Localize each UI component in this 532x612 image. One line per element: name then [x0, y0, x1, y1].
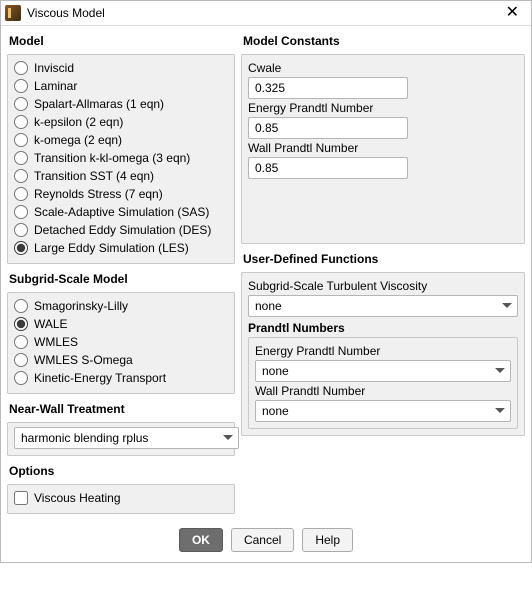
sgs-option[interactable]: WMLES	[14, 333, 228, 351]
model-option[interactable]: k-epsilon (2 eqn)	[14, 113, 228, 131]
energy-pr-label: Energy Prandtl Number	[248, 99, 518, 117]
model-option[interactable]: Spalart-Allmaras (1 eqn)	[14, 95, 228, 113]
constants-panel: Cwale Energy Prandtl Number Wall Prandtl…	[241, 54, 525, 244]
udf-heading: User-Defined Functions	[241, 248, 525, 268]
udf-energy-pr-select[interactable]	[255, 360, 511, 382]
model-option[interactable]: Detached Eddy Simulation (DES)	[14, 221, 228, 239]
window-title: Viscous Model	[27, 6, 105, 20]
sgs-heading: Subgrid-Scale Model	[7, 268, 235, 288]
options-heading: Options	[7, 460, 235, 480]
model-option[interactable]: k-omega (2 eqn)	[14, 131, 228, 149]
sgs-visc-label: Subgrid-Scale Turbulent Viscosity	[248, 277, 518, 295]
model-option[interactable]: Large Eddy Simulation (LES)	[14, 239, 228, 257]
model-option[interactable]: Transition k-kl-omega (3 eqn)	[14, 149, 228, 167]
udf-panel: Subgrid-Scale Turbulent Viscosity Prandt…	[241, 272, 525, 436]
model-panel: Inviscid Laminar Spalart-Allmaras (1 eqn…	[7, 54, 235, 264]
sgs-visc-select[interactable]	[248, 295, 518, 317]
sgs-option[interactable]: WMLES S-Omega	[14, 351, 228, 369]
close-icon[interactable]: ✕	[502, 5, 523, 21]
ok-button[interactable]: OK	[179, 528, 223, 552]
model-heading: Model	[7, 30, 235, 50]
nearwall-heading: Near-Wall Treatment	[7, 398, 235, 418]
nearwall-select[interactable]	[14, 427, 239, 449]
energy-pr-input[interactable]	[248, 117, 408, 139]
model-option[interactable]: Laminar	[14, 77, 228, 95]
sgs-panel: Smagorinsky-Lilly WALE WMLES WMLES S-Ome…	[7, 292, 235, 394]
udf-energy-pr-label: Energy Prandtl Number	[255, 342, 511, 360]
app-icon	[5, 5, 21, 21]
cwale-label: Cwale	[248, 59, 518, 77]
prandtl-heading: Prandtl Numbers	[248, 317, 518, 337]
sgs-option[interactable]: WALE	[14, 315, 228, 333]
cwale-input[interactable]	[248, 77, 408, 99]
viscous-heating-checkbox[interactable]: Viscous Heating	[14, 489, 228, 507]
model-option[interactable]: Transition SST (4 eqn)	[14, 167, 228, 185]
udf-wall-pr-select[interactable]	[255, 400, 511, 422]
model-option[interactable]: Inviscid	[14, 59, 228, 77]
model-option[interactable]: Scale-Adaptive Simulation (SAS)	[14, 203, 228, 221]
wall-pr-label: Wall Prandtl Number	[248, 139, 518, 157]
cancel-button[interactable]: Cancel	[231, 528, 294, 552]
sgs-option[interactable]: Kinetic-Energy Transport	[14, 369, 228, 387]
help-button[interactable]: Help	[302, 528, 353, 552]
options-panel: Viscous Heating	[7, 484, 235, 514]
udf-wall-pr-label: Wall Prandtl Number	[255, 382, 511, 400]
sgs-option[interactable]: Smagorinsky-Lilly	[14, 297, 228, 315]
prandtl-panel: Energy Prandtl Number Wall Prandtl Numbe…	[248, 337, 518, 429]
constants-heading: Model Constants	[241, 30, 525, 50]
nearwall-panel	[7, 422, 235, 456]
wall-pr-input[interactable]	[248, 157, 408, 179]
model-option[interactable]: Reynolds Stress (7 eqn)	[14, 185, 228, 203]
